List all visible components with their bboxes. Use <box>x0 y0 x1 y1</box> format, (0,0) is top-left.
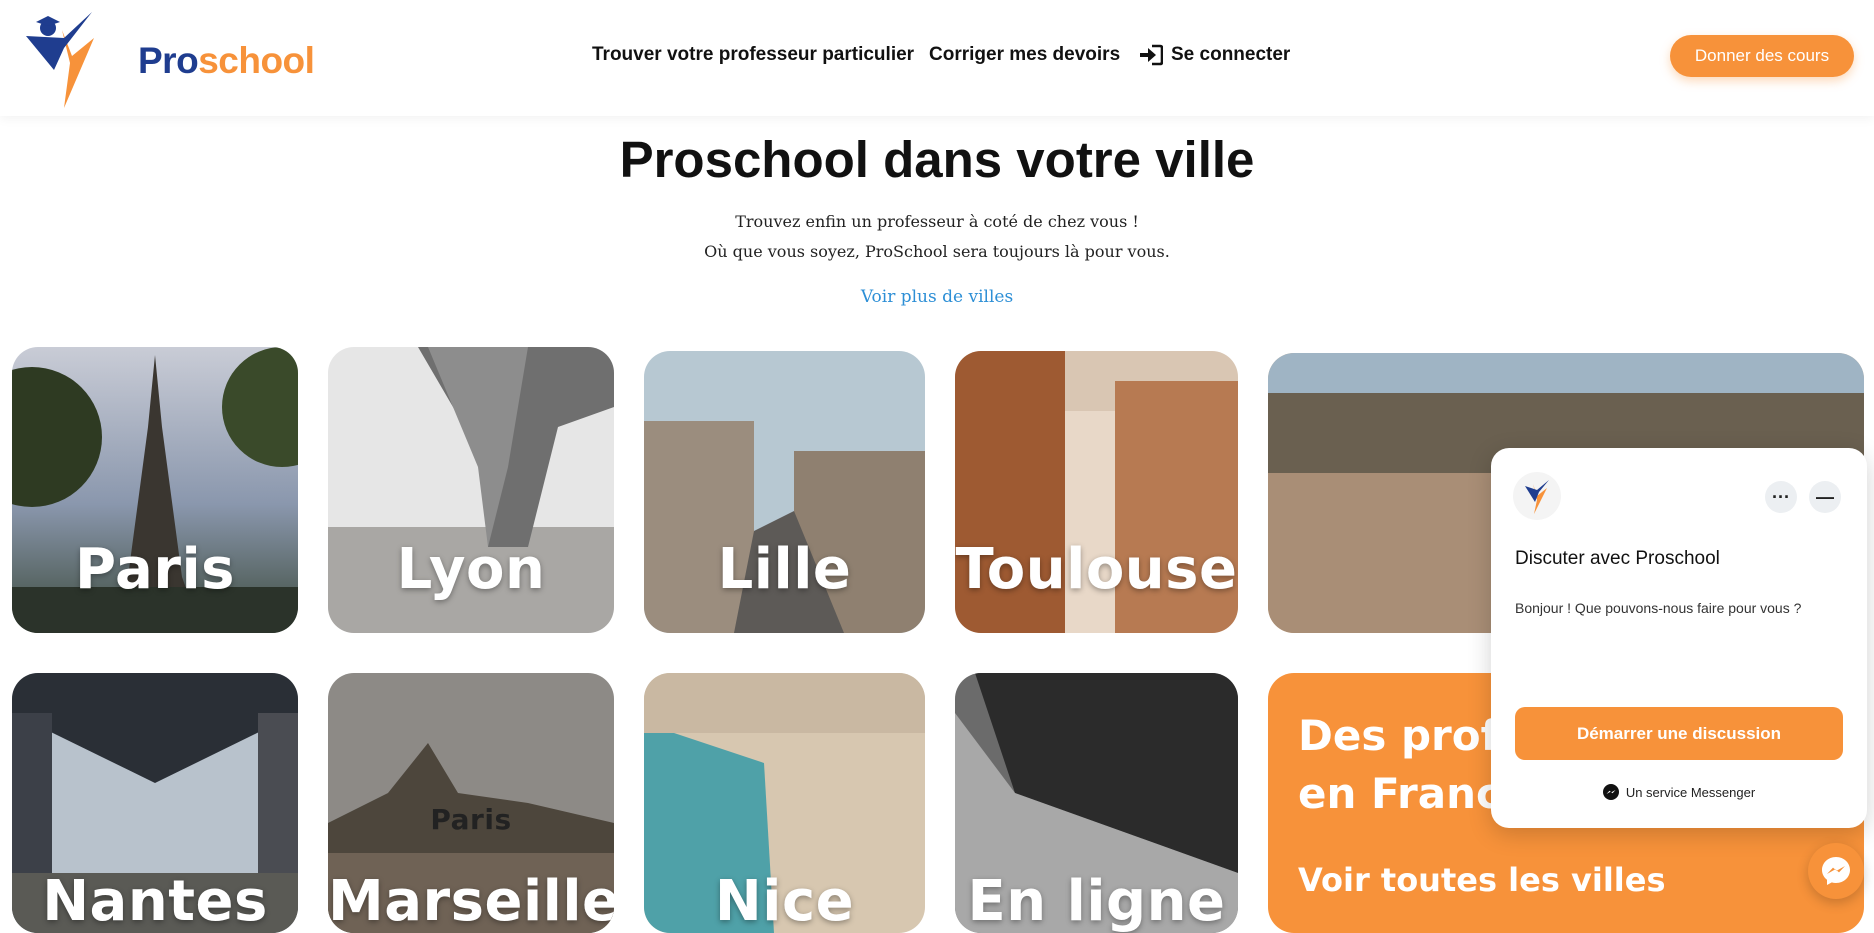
city-card-toulouse[interactable]: Toulouse <box>955 351 1238 633</box>
chat-minimize-button[interactable]: — <box>1809 481 1841 513</box>
page-title: Proschool dans votre ville <box>619 131 1255 188</box>
city-card-lyon[interactable]: Lyon <box>328 347 614 633</box>
nav-homework[interactable]: Corriger mes devoirs <box>929 44 1120 66</box>
hero-subtitle-line1: Trouvez enfin un professeur à coté de ch… <box>735 212 1139 231</box>
chat-widget: ··· — Discuter avec Proschool Bonjour ! … <box>1491 448 1867 828</box>
messenger-chat-icon <box>1822 857 1850 885</box>
more-cities-link[interactable]: Voir plus de villes <box>0 287 1874 307</box>
chat-footer: Un service Messenger <box>1491 784 1867 800</box>
chat-more-button[interactable]: ··· <box>1765 481 1797 513</box>
messenger-launcher-button[interactable] <box>1808 843 1864 899</box>
city-card-online[interactable]: En ligne <box>955 673 1238 933</box>
sign-in-icon <box>1140 44 1163 66</box>
city-label-nantes: Nantes <box>42 869 268 933</box>
city-card-lille[interactable]: Lille <box>644 351 925 633</box>
promo-cta[interactable]: Voir toutes les villes <box>1298 861 1666 899</box>
city-label-paris: Paris <box>75 537 235 602</box>
chat-footer-label: Un service Messenger <box>1625 784 1756 800</box>
nav-login[interactable]: Se connecter <box>1139 44 1290 66</box>
site-header: Proschool Trouver votre professeur parti… <box>0 0 1874 116</box>
city-label-marseille: Marseille <box>328 869 614 933</box>
give-lessons-button[interactable]: Donner des cours <box>1670 35 1854 77</box>
city-label-online: En ligne <box>967 869 1226 933</box>
hero-subtitle-line2: Où que vous soyez, ProSchool sera toujou… <box>704 242 1170 261</box>
nav-find-teacher[interactable]: Trouver votre professeur particulier <box>592 44 914 66</box>
city-label-toulouse: Toulouse <box>955 537 1238 602</box>
logo-text-school: school <box>198 40 315 81</box>
chat-title: Discuter avec Proschool <box>1515 548 1720 569</box>
city-card-marseille[interactable]: Paris Marseille <box>328 673 614 933</box>
logo-wordmark: Proschool <box>138 40 315 82</box>
city-label-lille: Lille <box>717 537 852 602</box>
nav-login-label: Se connecter <box>1171 44 1291 65</box>
chat-avatar <box>1513 472 1561 520</box>
logo-text-pro: Pro <box>138 40 199 81</box>
city-label-lyon: Lyon <box>396 537 546 602</box>
logo-mark-icon <box>26 12 94 108</box>
chat-greeting: Bonjour ! Que pouvons-nous faire pour vo… <box>1515 600 1802 616</box>
proschool-logo[interactable]: Proschool <box>24 8 315 108</box>
city-card-nice[interactable]: Nice <box>644 673 925 933</box>
city-card-nantes[interactable]: Nantes <box>12 673 298 933</box>
messenger-icon <box>1602 784 1619 800</box>
city-card-paris[interactable]: Paris <box>12 347 298 633</box>
chat-logo-icon <box>1525 480 1549 514</box>
city-label-nice: Nice <box>714 869 855 933</box>
start-chat-button[interactable]: Démarrer une discussion <box>1515 707 1843 760</box>
city-overlay-label: Paris <box>430 803 512 836</box>
